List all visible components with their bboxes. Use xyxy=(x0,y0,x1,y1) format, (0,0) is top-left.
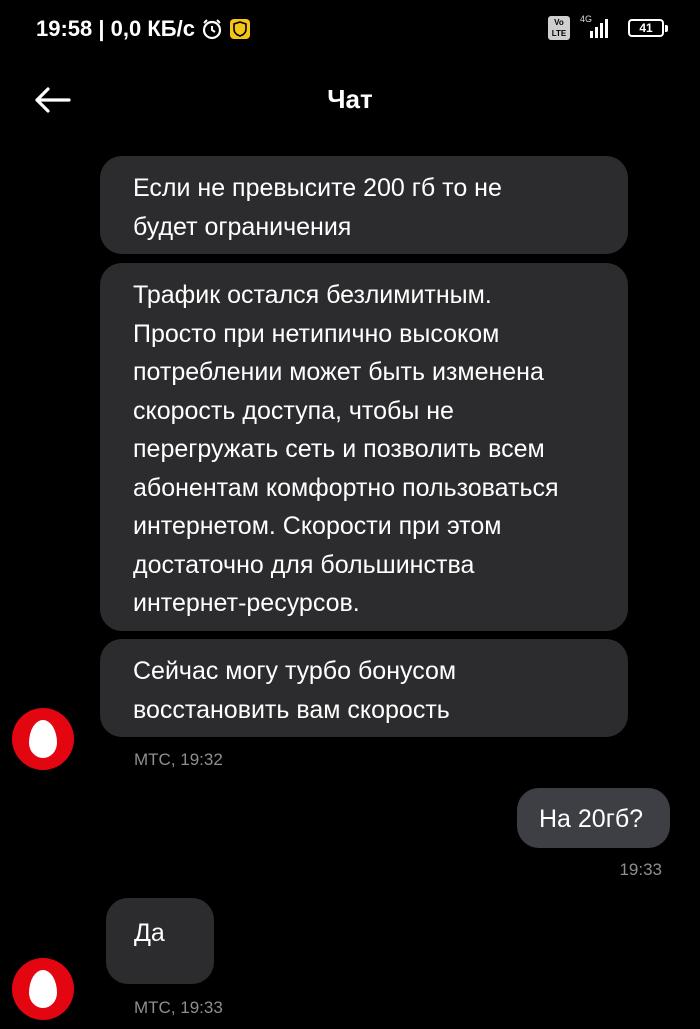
mts-egg-logo-icon xyxy=(29,970,57,1008)
message-meta: МТС, 19:32 xyxy=(134,750,223,769)
status-right: Vo LTE 4G 41 xyxy=(548,14,668,40)
message-meta: МТС, 19:33 xyxy=(134,998,223,1017)
message-bubble-incoming[interactable]: Сейчас могу турбо бонусом восстановить в… xyxy=(100,639,628,737)
mts-egg-logo-icon xyxy=(29,720,57,758)
shield-icon xyxy=(229,18,251,40)
message-meta: 19:33 xyxy=(619,860,662,879)
volte-icon: Vo LTE xyxy=(548,16,570,40)
message-bubble-incoming[interactable]: Если не превысите 200 гб то не будет огр… xyxy=(100,156,628,254)
message-text: Трафик остался безлимитным. Просто при н… xyxy=(133,281,559,617)
mts-avatar[interactable] xyxy=(12,708,74,770)
status-time-speed: 19:58 | 0,0 КБ/с xyxy=(36,16,195,41)
message-bubble-incoming[interactable]: Трафик остался безлимитным. Просто при н… xyxy=(100,263,628,631)
message-text: На 20гб? xyxy=(539,805,644,833)
page-title: Чат xyxy=(327,84,373,114)
battery-level: 41 xyxy=(639,21,653,35)
chat-header: Чат xyxy=(0,70,700,130)
status-left: 19:58 | 0,0 КБ/с xyxy=(36,16,251,42)
status-bar: 19:58 | 0,0 КБ/с Vo LTE 4G 41 xyxy=(0,0,700,60)
mts-avatar[interactable] xyxy=(12,958,74,1020)
message-text: Да xyxy=(134,919,165,947)
signal-icon: 4G xyxy=(578,14,620,40)
alarm-icon xyxy=(201,18,223,40)
battery-icon: 41 xyxy=(628,19,668,37)
message-text: Если не превысите 200 гб то не будет огр… xyxy=(133,174,502,241)
message-bubble-outgoing[interactable]: На 20гб? xyxy=(517,788,670,848)
message-text: Сейчас могу турбо бонусом восстановить в… xyxy=(133,657,457,724)
message-bubble-incoming[interactable]: Да xyxy=(106,898,214,984)
